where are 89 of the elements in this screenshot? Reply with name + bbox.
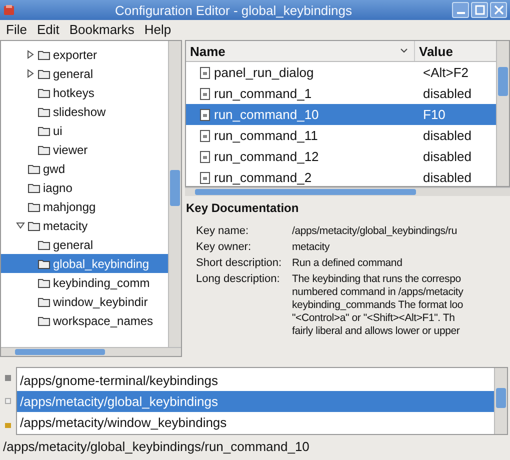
maximize-icon — [474, 4, 486, 16]
vertical-scrollbar[interactable] — [496, 41, 509, 186]
table-cell: disabled — [423, 170, 472, 185]
pane-grip-icon[interactable] — [4, 374, 12, 382]
tree-item[interactable]: iagno — [43, 180, 72, 194]
folder-icon — [38, 88, 50, 98]
table-cell: F10 — [423, 107, 446, 122]
field-value: fairly liberal and allows lower or upper — [292, 325, 461, 337]
tree-item[interactable]: keybinding_comm — [53, 276, 150, 290]
folder-icon — [38, 316, 50, 326]
tree-item[interactable]: gwd — [43, 162, 66, 176]
document-icon — [200, 130, 210, 142]
horizontal-scrollbar[interactable] — [1, 347, 181, 356]
tree-item[interactable]: window_keybindir — [53, 294, 148, 308]
menu-item[interactable]: Help — [144, 22, 172, 36]
close-button[interactable] — [490, 2, 507, 18]
minimize-icon — [456, 12, 464, 14]
column-header[interactable]: Name — [186, 41, 415, 61]
document-icon — [200, 172, 210, 184]
tree-item[interactable]: slideshow — [53, 104, 106, 118]
folder-icon — [38, 106, 50, 116]
field-label: Short description: — [196, 257, 283, 269]
folder-icon — [28, 182, 40, 192]
field-value: The keybinding that runs the correspo — [292, 273, 462, 285]
table-cell: disabled — [423, 128, 472, 143]
table-cell: disabled — [423, 86, 472, 101]
section-heading: Key Documentation — [186, 201, 300, 215]
field-label: Key owner: — [196, 241, 252, 253]
minimize-button[interactable] — [452, 2, 469, 18]
table-cell: run_command_2 — [214, 170, 312, 185]
horizontal-scrollbar[interactable] — [185, 187, 510, 196]
app-icon — [3, 4, 15, 16]
tree-item[interactable]: exporter — [53, 48, 98, 62]
tree-item[interactable]: viewer — [53, 142, 88, 156]
table-cell: panel_run_dialog — [214, 65, 314, 80]
pane-grip-icon[interactable] — [4, 396, 12, 405]
folder-icon — [38, 258, 50, 268]
field-value: metacity — [292, 241, 330, 253]
tree-item[interactable]: mahjongg — [43, 200, 96, 214]
column-header[interactable]: Value — [415, 41, 496, 61]
close-icon — [492, 4, 504, 16]
folder-icon — [38, 296, 50, 306]
tree-item[interactable]: workspace_names — [53, 314, 154, 328]
menu-item[interactable]: File — [6, 22, 27, 36]
folder-icon — [38, 144, 50, 154]
folder-icon — [38, 278, 50, 288]
status-bar-text: /apps/metacity/global_keybindings/run_command_10 — [2, 438, 310, 456]
table-cell: disabled — [423, 149, 472, 164]
document-icon — [200, 88, 210, 100]
list-item[interactable]: /apps/metacity/window_keybindings — [17, 412, 494, 433]
document-icon — [200, 66, 210, 78]
folder-icon — [28, 202, 40, 212]
field-value: numbered command in /apps/metacity — [292, 286, 464, 298]
list-item[interactable]: /apps/gnome-terminal/keybindings — [17, 370, 494, 391]
tree-item[interactable]: general — [53, 66, 94, 80]
table-cell: run_command_12 — [214, 149, 319, 164]
table-cell: run_command_10 — [214, 107, 319, 122]
field-value: /apps/metacity/global_keybindings/ru — [292, 225, 457, 237]
field-value: "<Control>a" or "<Shift><Alt>F1". Th — [292, 312, 456, 324]
tree-item[interactable]: hotkeys — [53, 86, 94, 100]
folder-icon — [28, 164, 40, 174]
folder-icon — [28, 220, 40, 230]
folder-icon — [38, 126, 50, 136]
vertical-scrollbar[interactable] — [494, 368, 507, 434]
sort-caret-icon — [400, 48, 408, 54]
list-item[interactable]: /apps/metacity/global_keybindings — [17, 391, 494, 412]
window-title: Configuration Editor - global_keybindings — [114, 2, 354, 18]
document-icon — [200, 150, 210, 162]
expander-icon[interactable] — [16, 221, 25, 230]
field-label: Long description: — [196, 273, 281, 287]
tree-item[interactable]: ui — [53, 124, 62, 138]
menu-item[interactable]: Bookmarks — [69, 22, 134, 36]
field-value: keybinding_commands The format loo — [292, 299, 464, 311]
maximize-button[interactable] — [471, 2, 488, 18]
folder-icon — [38, 68, 50, 78]
table-cell: <Alt>F2 — [423, 65, 469, 80]
tree-item[interactable]: metacity — [43, 218, 88, 232]
table-cell: run_command_1 — [214, 86, 312, 101]
folder-icon — [38, 240, 50, 250]
menu-item[interactable]: Edit — [36, 22, 60, 36]
document-icon — [200, 108, 210, 120]
vertical-scrollbar[interactable] — [168, 41, 181, 347]
table-cell: run_command_11 — [214, 128, 318, 143]
field-value: Run a defined command — [292, 257, 402, 269]
expander-icon[interactable] — [26, 69, 35, 78]
tree-item[interactable]: general — [53, 238, 94, 252]
field-label: Key name: — [196, 225, 250, 237]
folder-icon — [38, 50, 50, 60]
expander-icon[interactable] — [26, 50, 35, 59]
